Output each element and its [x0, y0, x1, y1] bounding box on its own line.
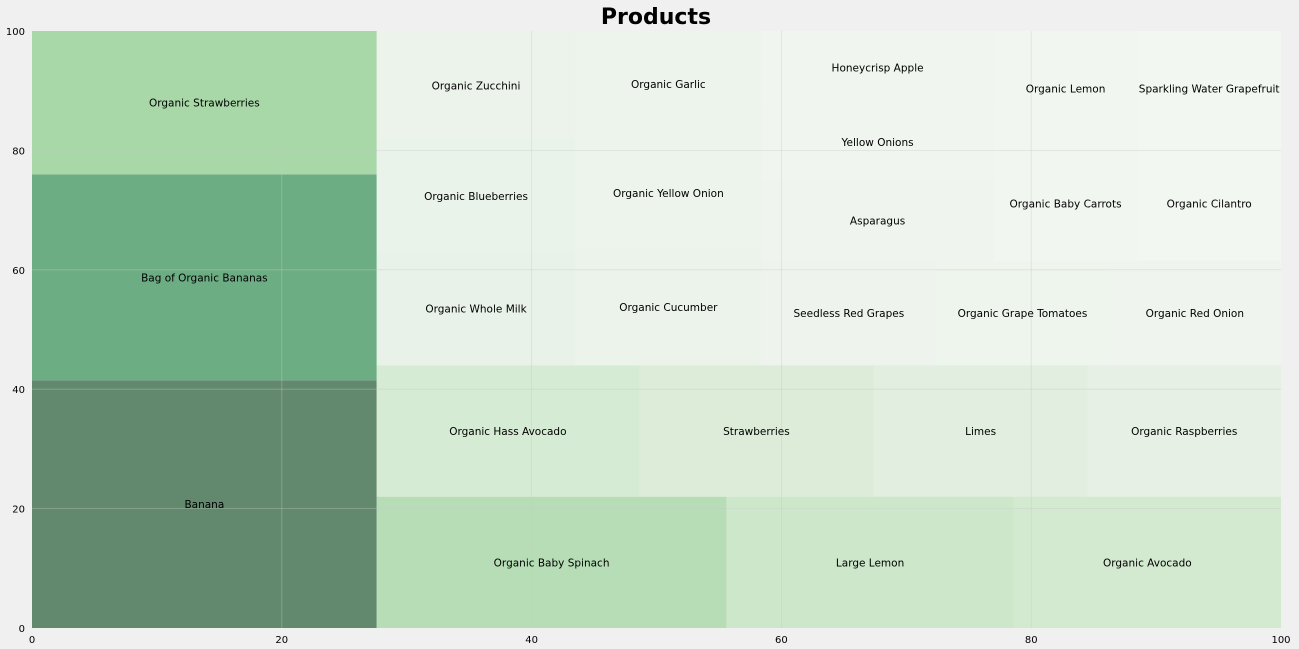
tile-label-organic-zucchini: Organic Zucchini — [432, 80, 521, 92]
tile-label-organic-garlic: Organic Garlic — [631, 79, 706, 91]
x-tick-label: 100 — [1271, 635, 1290, 646]
tile-label-organic-blueberries: Organic Blueberries — [424, 191, 528, 203]
tile-label-organic-baby-spinach: Organic Baby Spinach — [494, 557, 610, 569]
x-tick-label: 80 — [1025, 635, 1038, 646]
tile-label-limes: Limes — [965, 426, 996, 438]
y-tick-label: 100 — [6, 27, 25, 38]
y-tick-label: 60 — [12, 266, 25, 277]
tile-label-organic-hass-avocado: Organic Hass Avocado — [449, 426, 566, 438]
tile-label-organic-raspberries: Organic Raspberries — [1131, 426, 1237, 438]
tile-label-honeycrisp-apple: Honeycrisp Apple — [832, 62, 924, 74]
tile-label-strawberries: Strawberries — [723, 426, 790, 438]
tiles-layer — [32, 31, 1281, 628]
x-tick-label: 60 — [775, 635, 788, 646]
x-tick-label: 40 — [525, 635, 538, 646]
tile-label-organic-avocado: Organic Avocado — [1103, 557, 1192, 569]
y-tick-label: 0 — [19, 624, 25, 635]
tile-label-organic-cucumber: Organic Cucumber — [619, 302, 718, 314]
tile-label-large-lemon: Large Lemon — [836, 557, 904, 569]
tile-label-banana: Banana — [184, 499, 224, 511]
tile-label-organic-grape-tomatoes: Organic Grape Tomatoes — [958, 308, 1088, 320]
tile-label-organic-cilantro: Organic Cilantro — [1167, 199, 1252, 211]
x-tick-label: 20 — [275, 635, 288, 646]
tile-label-organic-whole-milk: Organic Whole Milk — [425, 304, 527, 316]
y-tick-label: 80 — [12, 146, 25, 157]
y-tick-label: 20 — [12, 505, 25, 516]
x-tick-label: 0 — [29, 635, 35, 646]
y-tick-label: 40 — [12, 385, 25, 396]
tile-label-organic-strawberries: Organic Strawberries — [149, 98, 260, 110]
tile-label-bag-of-organic-bananas: Bag of Organic Bananas — [141, 272, 268, 284]
tile-label-seedless-red-grapes: Seedless Red Grapes — [794, 308, 905, 320]
chart-title: Products — [601, 5, 711, 30]
tile-label-organic-baby-carrots: Organic Baby Carrots — [1010, 199, 1122, 211]
treemap-chart: Products Banana Bag of Organic Bananas Org… — [6, 5, 1291, 646]
tile-label-organic-lemon: Organic Lemon — [1026, 84, 1106, 96]
tile-label-organic-red-onion: Organic Red Onion — [1146, 308, 1244, 320]
tile-label-sparkling-water-grapefruit: Sparkling Water Grapefruit — [1139, 84, 1280, 96]
tile-label-yellow-onions: Yellow Onions — [841, 137, 914, 149]
tile-label-organic-yellow-onion: Organic Yellow Onion — [613, 188, 724, 200]
tile-label-asparagus: Asparagus — [850, 216, 905, 228]
